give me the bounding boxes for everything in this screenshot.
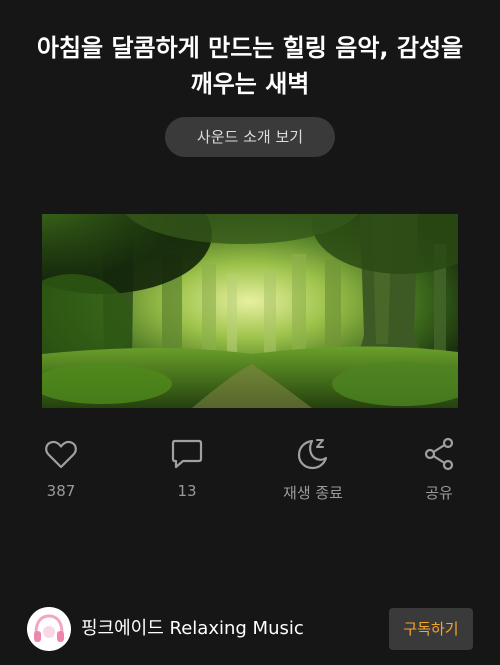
page-title: 아침을 달콤하게 만드는 힐링 음악, 감성을 깨우는 새벽 (36, 34, 464, 98)
share-icon[interactable] (421, 436, 457, 472)
moon-sleep-icon[interactable] (295, 436, 331, 472)
sleep-timer-label: 재생 종료 (283, 484, 343, 502)
heart-icon[interactable] (43, 436, 79, 472)
subscribe-button[interactable]: 구독하기 (389, 608, 473, 650)
share-action[interactable]: 공유 (389, 436, 489, 503)
sound-intro-button[interactable]: 사운드 소개 보기 (165, 117, 335, 157)
like-count: 387 (46, 482, 76, 500)
share-label: 공유 (425, 484, 453, 502)
comment-icon[interactable] (169, 436, 205, 472)
channel-avatar[interactable] (27, 607, 71, 651)
sleep-timer-action[interactable]: 재생 종료 (263, 436, 363, 503)
forest-thumbnail-image (42, 214, 458, 408)
channel-name[interactable]: 핑크에이드 Relaxing Music (81, 617, 304, 641)
comment-count: 13 (177, 482, 197, 500)
comment-action[interactable]: 13 (137, 436, 237, 500)
like-action[interactable]: 387 (11, 436, 111, 500)
headphones-logo-icon (27, 607, 71, 651)
